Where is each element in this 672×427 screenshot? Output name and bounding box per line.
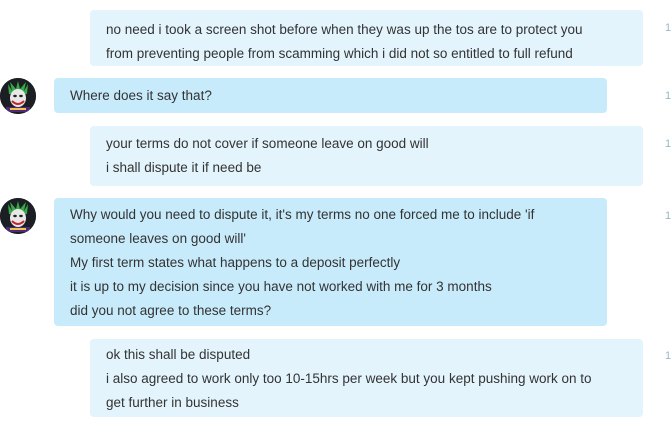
- message-text-line: it is up to my decision since you have n…: [70, 279, 492, 294]
- joker-avatar-icon[interactable]: [0, 78, 36, 114]
- message-text-line: did you not agree to these terms?: [70, 303, 272, 318]
- message-timestamp: 1: [665, 22, 672, 34]
- message-text-line: ok this shall be disputed: [106, 347, 251, 362]
- message-timestamp: 1: [665, 138, 672, 150]
- message-bubble-incoming[interactable]: Why would you need to dispute it, it's m…: [54, 198, 607, 326]
- message-text-line: Where does it say that?: [70, 88, 212, 103]
- message-bubble-outgoing[interactable]: ok this shall be disputed i also agreed …: [90, 339, 643, 417]
- message-text-line: i shall dispute it if need be: [106, 160, 262, 175]
- message-text-line: no need i took a screen shot before when…: [106, 22, 583, 37]
- message-text-line: i also agreed to work only too 10-15hrs …: [106, 371, 592, 386]
- joker-avatar-icon[interactable]: [0, 198, 36, 234]
- message-timestamp: 1: [665, 350, 672, 362]
- message-text-line: Why would you need to dispute it, it's m…: [70, 207, 535, 222]
- message-text-line: get further in business: [106, 395, 239, 410]
- message-text-line: your terms do not cover if someone leave…: [106, 136, 429, 151]
- message-text-line: from preventing people from scamming whi…: [106, 46, 573, 61]
- message-text-line: My first term states what happens to a d…: [70, 255, 401, 270]
- message-bubble-incoming[interactable]: Where does it say that?: [54, 78, 607, 113]
- message-timestamp: 1: [665, 90, 672, 102]
- message-bubble-outgoing[interactable]: no need i took a screen shot before when…: [90, 10, 643, 66]
- chat-conversation: no need i took a screen shot before when…: [0, 0, 672, 427]
- message-text-line: someone leaves on good will': [70, 231, 246, 246]
- message-timestamp: 1: [665, 210, 672, 222]
- message-bubble-outgoing[interactable]: your terms do not cover if someone leave…: [90, 126, 643, 186]
